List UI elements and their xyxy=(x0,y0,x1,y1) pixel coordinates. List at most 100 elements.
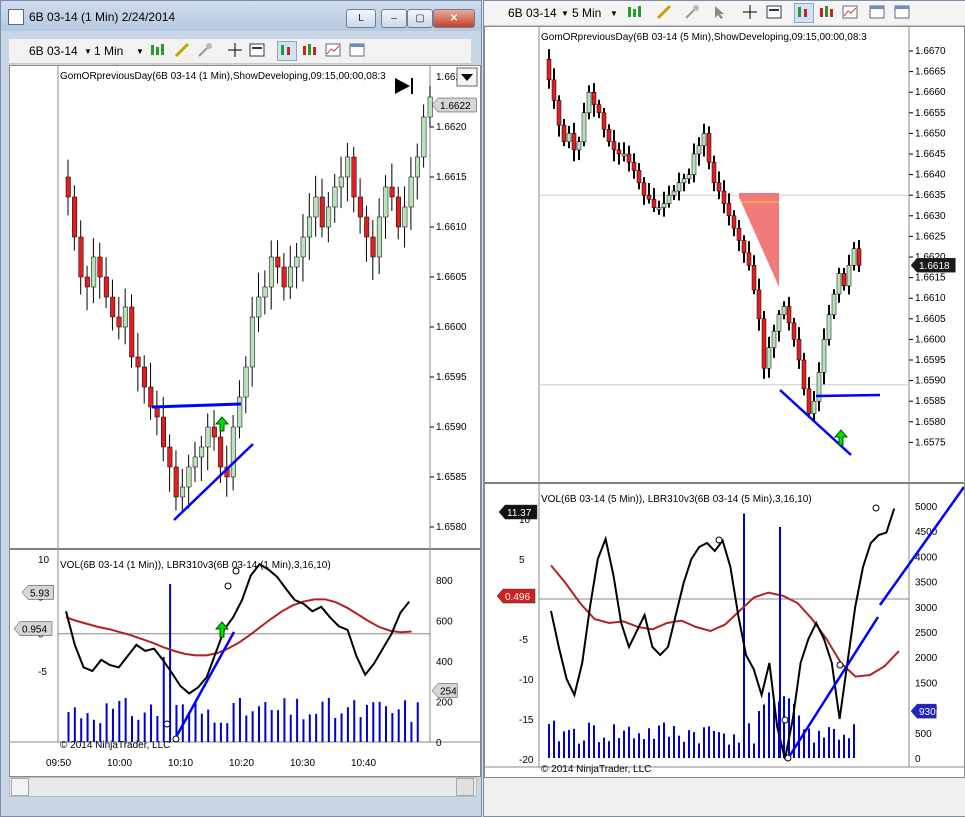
volume-bar xyxy=(678,735,680,758)
pin-icon[interactable] xyxy=(684,4,700,20)
close-button[interactable]: ✕ xyxy=(433,9,475,28)
properties-icon[interactable] xyxy=(766,4,782,20)
volume-bar xyxy=(226,723,229,742)
scroll-left-button[interactable] xyxy=(11,778,29,796)
candle-body xyxy=(122,306,128,328)
volume-bar xyxy=(588,722,590,758)
crosshair-icon[interactable] xyxy=(227,42,243,58)
candle-body xyxy=(846,264,852,287)
instrument-selector[interactable]: 6B 03-14 xyxy=(29,44,78,58)
volume-bar xyxy=(763,704,765,758)
volume-bar xyxy=(385,706,387,742)
volume-bar xyxy=(340,713,343,742)
strategies-icon[interactable] xyxy=(301,42,317,58)
pointer-icon[interactable] xyxy=(712,4,728,20)
candle-body xyxy=(646,194,652,200)
volume-tick: 2000 xyxy=(915,653,938,664)
price-tick: 1.6590 xyxy=(915,376,946,387)
candle-body xyxy=(313,196,319,218)
pin-icon[interactable] xyxy=(197,42,213,58)
volume-bar xyxy=(270,710,273,742)
price-tick: 1.6585 xyxy=(915,396,946,407)
pivot-marker xyxy=(172,735,180,743)
osc-slow-badge: 0.954 xyxy=(22,625,47,636)
candle-body xyxy=(576,141,582,151)
volume-bar xyxy=(798,715,800,758)
pivot-marker xyxy=(224,582,232,590)
interval-selector[interactable]: 5 Min xyxy=(572,6,601,20)
chevron-down-icon[interactable]: ▼ xyxy=(136,47,144,56)
scroll-thumb[interactable] xyxy=(456,778,474,796)
candle-body xyxy=(135,356,141,368)
bar-type-icon[interactable] xyxy=(149,42,165,58)
volume-bar xyxy=(391,713,394,742)
chart-area[interactable]: 1.6620 1.6615 1.6610 1.6605 1.6600 1.6595 1.65… xyxy=(9,65,481,777)
candle-body xyxy=(741,240,747,254)
volume-bar xyxy=(808,728,810,758)
price-tick: 1.6585 xyxy=(436,472,467,483)
volume-bar xyxy=(111,708,114,742)
interval-selector[interactable]: 1 Min xyxy=(94,44,123,58)
volume-bar xyxy=(568,729,570,758)
instrument-selector[interactable]: 6B 03-14 xyxy=(508,6,557,20)
candle-body xyxy=(556,100,562,126)
volume-bar xyxy=(207,709,210,742)
chevron-down-icon[interactable]: ▼ xyxy=(84,47,92,56)
chart-area[interactable]: 1.6670 1.6665 1.6660 1.6655 1.6650 1.6645 1.66… xyxy=(484,26,965,778)
candle-body xyxy=(581,112,587,142)
window-icon[interactable] xyxy=(349,42,365,58)
volume-bar xyxy=(245,715,248,742)
candle-body xyxy=(103,276,109,298)
volume-bar xyxy=(372,702,375,742)
candle-body xyxy=(351,156,357,198)
volume-bar xyxy=(753,743,755,758)
volume-bar xyxy=(703,727,705,758)
volume-bar xyxy=(713,731,715,758)
chevron-down-icon[interactable]: ▼ xyxy=(561,9,569,18)
candle-body xyxy=(294,256,300,268)
candle-body xyxy=(167,446,173,468)
chevron-down-icon[interactable]: ▼ xyxy=(610,9,618,18)
volume-bar xyxy=(410,721,413,742)
minimize-button[interactable]: – xyxy=(381,9,407,28)
indicators-icon[interactable] xyxy=(277,41,297,61)
horizontal-scrollbar[interactable] xyxy=(9,777,477,797)
volume-bar xyxy=(823,737,825,758)
volume-bar xyxy=(673,726,675,758)
draw-tool-icon[interactable] xyxy=(174,42,190,58)
candle-body xyxy=(180,486,186,498)
candle-body xyxy=(801,359,807,390)
volume-bar xyxy=(658,725,660,758)
candle-body xyxy=(357,196,363,218)
maximize-button[interactable]: ▢ xyxy=(407,9,433,28)
window-icon[interactable] xyxy=(894,4,910,20)
data-box-icon[interactable] xyxy=(842,4,858,20)
bar-type-icon[interactable] xyxy=(626,4,642,20)
volume-bar xyxy=(578,743,580,758)
volume-tick: 0 xyxy=(436,738,442,749)
volume-bar xyxy=(818,730,820,758)
candle-body xyxy=(621,153,627,157)
window-icon[interactable] xyxy=(869,4,885,20)
chart-toolbar: 6B 03-14 ▼ 1 Min ▼ xyxy=(9,39,471,64)
price-tick: 1.6610 xyxy=(915,293,946,304)
candle-body xyxy=(831,293,837,315)
resistance-trendline xyxy=(815,393,881,398)
title-bar[interactable]: 6B 03-14 (1 Min) 2/24/2014 L – ▢ ✕ xyxy=(1,1,481,31)
volume-bar xyxy=(277,710,280,742)
data-box-icon[interactable] xyxy=(325,42,341,58)
osc-fast-badge: 5.93 xyxy=(30,588,50,599)
properties-icon[interactable] xyxy=(249,42,265,58)
chart-window-1min: 6B 03-14 (1 Min) 2/24/2014 L – ▢ ✕ 6B 03… xyxy=(0,0,482,817)
draw-tool-icon[interactable] xyxy=(656,4,672,20)
strategies-icon[interactable] xyxy=(818,4,834,20)
candle-body xyxy=(806,388,812,414)
volume-bar xyxy=(548,724,550,758)
volume-bar xyxy=(738,742,740,758)
indicators-icon[interactable] xyxy=(794,3,814,23)
volume-bar xyxy=(593,725,595,758)
legend-button[interactable]: L xyxy=(346,9,376,28)
candle-body xyxy=(84,276,90,288)
candle-body xyxy=(766,347,772,369)
crosshair-icon[interactable] xyxy=(742,4,758,20)
